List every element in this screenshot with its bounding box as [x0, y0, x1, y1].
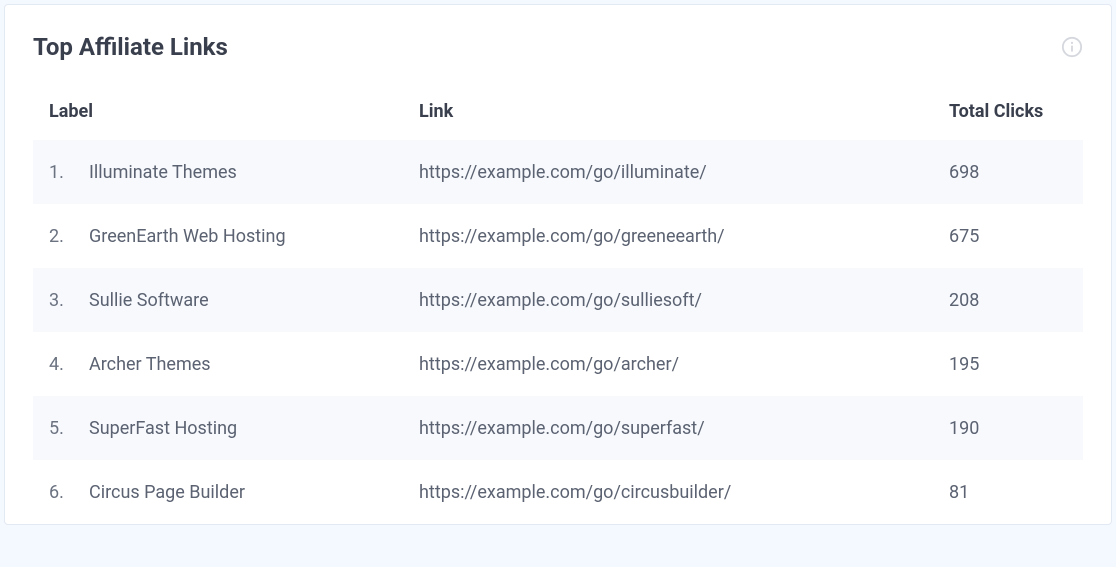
- cell-label: Archer Themes: [83, 332, 403, 396]
- table-row: 6.Circus Page Builderhttps://example.com…: [33, 460, 1083, 524]
- column-header-label: Label: [33, 87, 403, 140]
- table-header-row: Label Link Total Clicks: [33, 87, 1083, 140]
- table-row: 2.GreenEarth Web Hostinghttps://example.…: [33, 204, 1083, 268]
- top-affiliate-links-card: Top Affiliate Links Label Link Total Cli…: [4, 4, 1112, 525]
- card-title: Top Affiliate Links: [33, 33, 228, 61]
- cell-label: Circus Page Builder: [83, 460, 403, 524]
- cell-label: SuperFast Hosting: [83, 396, 403, 460]
- cell-link: https://example.com/go/circusbuilder/: [403, 460, 933, 524]
- table-row: 1.Illuminate Themeshttps://example.com/g…: [33, 140, 1083, 204]
- cell-link: https://example.com/go/greeneearth/: [403, 204, 933, 268]
- cell-link: https://example.com/go/illuminate/: [403, 140, 933, 204]
- table-row: 3.Sullie Softwarehttps://example.com/go/…: [33, 268, 1083, 332]
- cell-rank: 2.: [33, 204, 83, 268]
- column-header-clicks: Total Clicks: [933, 87, 1083, 140]
- card-header: Top Affiliate Links: [33, 33, 1083, 61]
- cell-label: Sullie Software: [83, 268, 403, 332]
- cell-clicks: 698: [933, 140, 1083, 204]
- table-row: 4.Archer Themeshttps://example.com/go/ar…: [33, 332, 1083, 396]
- table-row: 5.SuperFast Hostinghttps://example.com/g…: [33, 396, 1083, 460]
- column-header-link: Link: [403, 87, 933, 140]
- info-icon[interactable]: [1061, 36, 1083, 58]
- cell-rank: 1.: [33, 140, 83, 204]
- affiliate-links-table: Label Link Total Clicks 1.Illuminate The…: [33, 87, 1083, 524]
- cell-rank: 5.: [33, 396, 83, 460]
- cell-link: https://example.com/go/sulliesoft/: [403, 268, 933, 332]
- cell-clicks: 81: [933, 460, 1083, 524]
- cell-link: https://example.com/go/superfast/: [403, 396, 933, 460]
- cell-clicks: 675: [933, 204, 1083, 268]
- cell-clicks: 208: [933, 268, 1083, 332]
- cell-label: GreenEarth Web Hosting: [83, 204, 403, 268]
- cell-link: https://example.com/go/archer/: [403, 332, 933, 396]
- cell-rank: 3.: [33, 268, 83, 332]
- cell-rank: 4.: [33, 332, 83, 396]
- cell-clicks: 190: [933, 396, 1083, 460]
- cell-rank: 6.: [33, 460, 83, 524]
- cell-label: Illuminate Themes: [83, 140, 403, 204]
- cell-clicks: 195: [933, 332, 1083, 396]
